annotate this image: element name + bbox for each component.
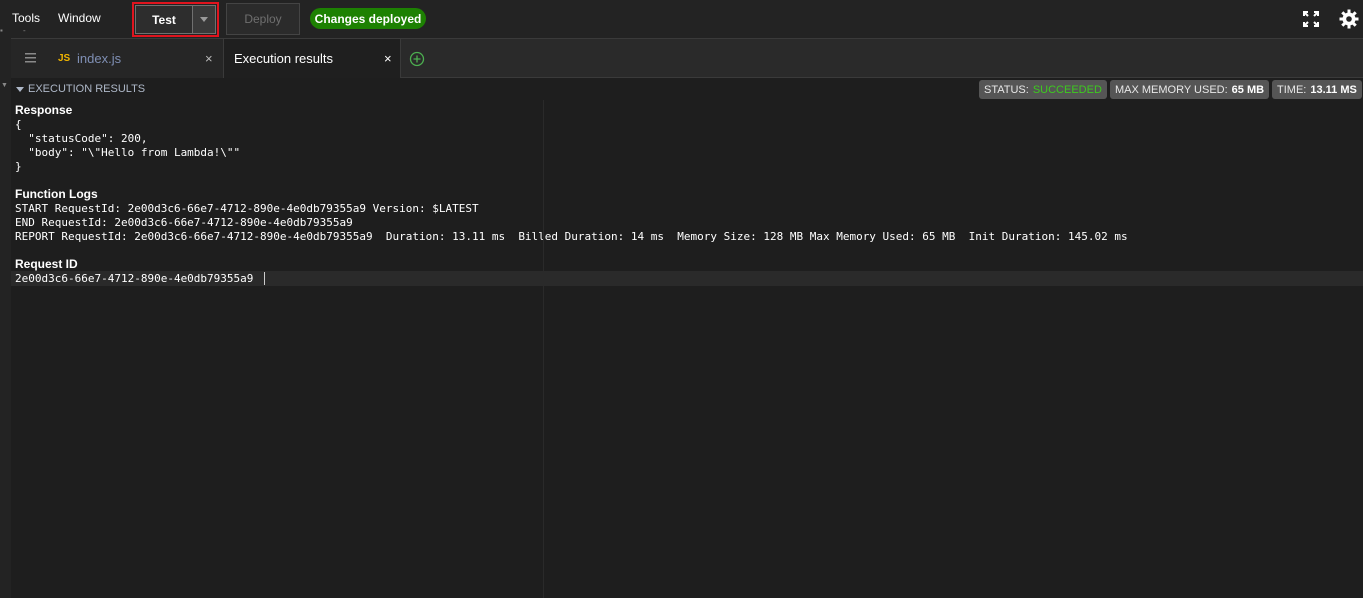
response-line: } [15,160,22,173]
response-title: Response [15,103,73,117]
tab-execution-results[interactable]: Execution results × [224,39,401,78]
fullscreen-icon[interactable] [1300,8,1322,30]
status-value: SUCCEEDED [1032,83,1102,96]
menu-tick-mark: ▪ [0,26,3,35]
close-icon[interactable]: × [384,51,392,66]
editor-tab-bar: JS index.js × Execution results × [11,38,1363,78]
response-line: "statusCode": 200, [15,132,148,145]
memory-label: MAX MEMORY USED: [1115,83,1228,96]
memory-value: 65 MB [1231,83,1265,96]
caret-down-icon [200,17,208,22]
response-line: "body": "\"Hello from Lambda!\"" [15,146,241,159]
request-id-title: Request ID [15,257,78,271]
menu-window[interactable]: Window [58,11,101,25]
test-dropdown-button[interactable] [192,5,216,34]
time-value: 13.11 MS [1310,83,1357,96]
menu-tools[interactable]: Tools [12,11,40,25]
status-pill: STATUS: SUCCEEDED [979,80,1107,99]
log-line: END RequestId: 2e00d3c6-66e7-4712-890e-4… [15,216,353,229]
deploy-button[interactable]: Deploy [226,3,300,35]
status-badge: Changes deployed [310,8,426,29]
collapse-caret-icon[interactable]: ▼ [1,82,8,89]
time-label: TIME: [1277,83,1307,96]
gear-icon[interactable] [1338,8,1360,30]
log-line: START RequestId: 2e00d3c6-66e7-4712-890e… [15,202,479,215]
text-cursor [264,272,265,285]
close-icon[interactable]: × [205,51,213,66]
top-toolbar: Tools Window ▪ - Test Deploy Changes dep… [0,0,1363,38]
request-id-value[interactable]: 2e00d3c6-66e7-4712-890e-4e0db79355a9 [15,271,253,286]
section-heading: EXECUTION RESULTS [28,83,146,95]
menu-tick-mark: - [23,26,26,35]
tab-label: Execution results [234,51,333,66]
execution-results-header[interactable]: EXECUTION RESULTS [16,83,145,95]
caret-down-icon [16,86,24,92]
status-label: STATUS: [984,83,1029,96]
left-gutter [0,38,11,598]
js-file-icon: JS [58,53,71,64]
test-button[interactable]: Test [135,5,192,34]
function-logs-title: Function Logs [15,187,98,201]
log-line: REPORT RequestId: 2e00d3c6-66e7-4712-890… [15,230,1128,243]
panel-divider [543,100,544,598]
execution-results-panel: EXECUTION RESULTS STATUS: SUCCEEDED MAX … [11,78,1363,598]
response-line: { [15,118,22,131]
tab-label: index.js [77,51,122,66]
add-tab-icon[interactable] [409,51,425,67]
memory-pill: MAX MEMORY USED: 65 MB [1110,80,1270,99]
menu-icon[interactable] [25,53,36,63]
time-pill: TIME: 13.11 MS [1272,80,1362,99]
tab-index-js[interactable]: JS index.js × [11,39,224,78]
